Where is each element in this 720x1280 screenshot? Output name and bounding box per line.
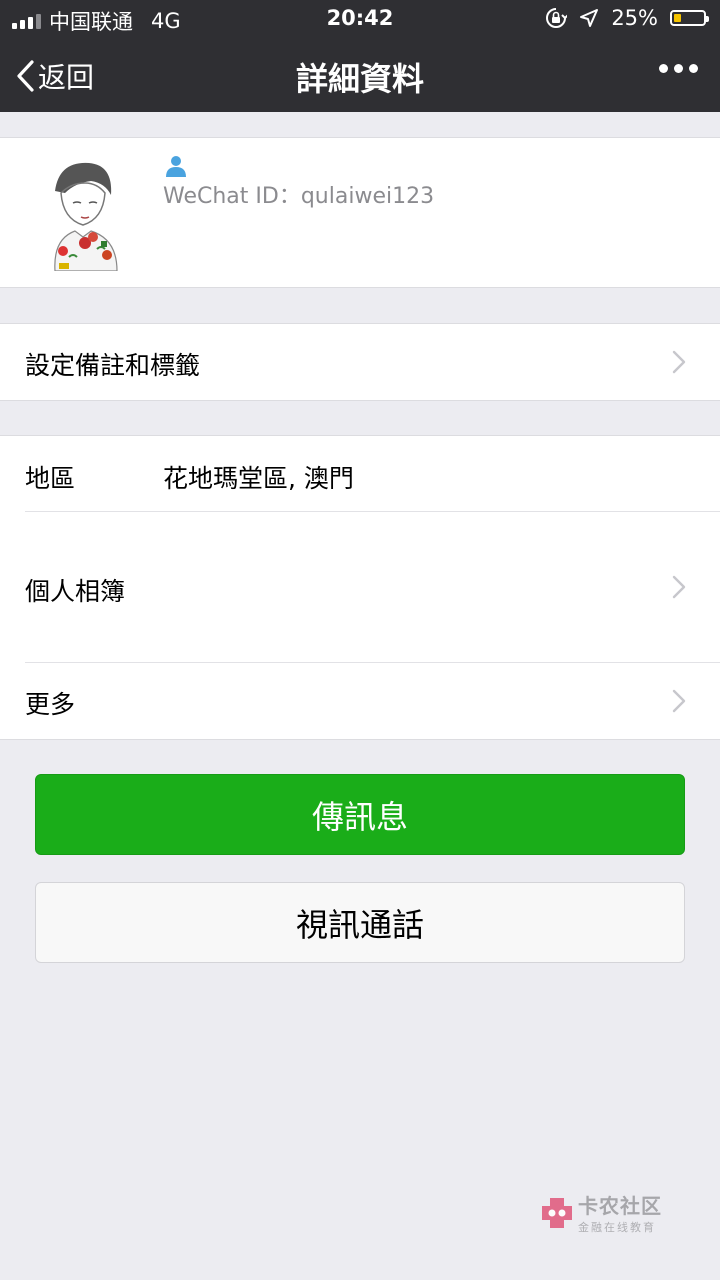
watermark-title: 卡农社区 bbox=[578, 1194, 662, 1218]
chevron-right-icon bbox=[672, 689, 686, 713]
navigation-bar: 返回 詳細資料 bbox=[0, 38, 720, 112]
more-row[interactable]: 更多 bbox=[0, 663, 720, 739]
remark-section: 設定備註和標籤 bbox=[0, 323, 720, 401]
send-message-button[interactable]: 傳訊息 bbox=[35, 774, 685, 855]
profile-card: WeChat ID：qulaiwei123 bbox=[0, 137, 720, 288]
set-remark-row[interactable]: 設定備註和標籤 bbox=[0, 324, 720, 400]
wechat-id: WeChat ID：qulaiwei123 bbox=[163, 184, 435, 209]
personal-album-label: 個人相簿 bbox=[25, 577, 126, 606]
set-remark-label: 設定備註和標籤 bbox=[25, 351, 201, 380]
location-arrow-icon bbox=[580, 9, 599, 27]
info-section: 地區 花地瑪堂區, 澳門 個人相簿 更多 bbox=[0, 435, 720, 740]
battery-level bbox=[674, 14, 681, 22]
battery-percent: 25% bbox=[611, 6, 658, 30]
watermark-logo-icon bbox=[542, 1197, 572, 1228]
watermark-text: 卡农社区 金融在线教育 bbox=[578, 1190, 662, 1235]
region-value: 花地瑪堂區, 澳門 bbox=[163, 464, 354, 493]
status-right: 25% bbox=[545, 6, 709, 30]
avatar[interactable] bbox=[25, 153, 143, 272]
ellipsis-icon[interactable] bbox=[659, 64, 698, 73]
top-bar: 中国联通 4G 20:42 25% 返回 詳細資料 bbox=[0, 0, 720, 112]
orientation-lock-icon bbox=[546, 8, 568, 28]
more-label: 更多 bbox=[25, 690, 76, 719]
personal-album-row[interactable]: 個人相簿 bbox=[0, 512, 720, 662]
watermark: 卡农社区 金融在线教育 bbox=[540, 1190, 662, 1235]
status-bar: 中国联通 4G 20:42 25% bbox=[0, 0, 720, 38]
chevron-right-icon bbox=[672, 350, 686, 374]
watermark-subtitle: 金融在线教育 bbox=[578, 1221, 656, 1234]
video-call-button[interactable]: 視訊通話 bbox=[35, 882, 685, 963]
chevron-right-icon bbox=[672, 575, 686, 599]
avatar-illustration bbox=[25, 153, 143, 272]
region-label: 地區 bbox=[25, 464, 76, 493]
person-icon bbox=[166, 156, 186, 177]
page-title: 詳細資料 bbox=[295, 60, 424, 98]
battery-icon bbox=[670, 10, 709, 26]
region-row: 地區 花地瑪堂區, 澳門 bbox=[0, 436, 720, 511]
